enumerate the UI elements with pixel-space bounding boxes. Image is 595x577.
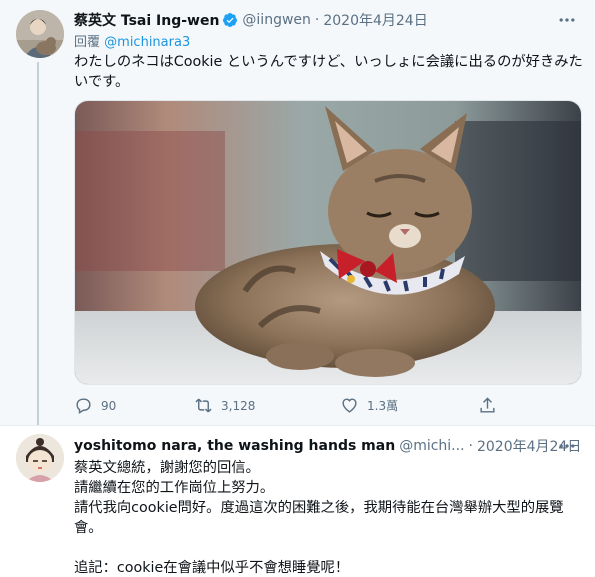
author-handle[interactable]: @iingwen (242, 12, 310, 28)
reply-button[interactable]: 90 (74, 396, 116, 415)
reply-author-handle[interactable]: @michi... (399, 438, 464, 454)
tweet-actions: 90 3,128 1.3萬 (74, 396, 514, 418)
reply-count: 90 (101, 398, 117, 413)
reply-icon (76, 398, 91, 414)
separator-dot: · (468, 438, 473, 454)
replying-to-label: 回覆 (74, 35, 101, 50)
share-icon (480, 397, 495, 413)
thread-line (37, 62, 39, 430)
main-tweet[interactable]: 蔡英文 Tsai Ing-wen @iingwen · 2020年4月24日 回… (0, 0, 595, 430)
tweet-photo[interactable] (74, 100, 582, 385)
tweet-text: わたしのネコはCookie というんですけど、いっしょに会議に出るのが好きみたい… (74, 54, 583, 90)
reply-text: 蔡英文總統，謝謝您的回信。 請繼續在您的工作崗位上努力。 請代我向cookie問… (74, 458, 584, 577)
reply-header: yoshitomo nara, the washing hands man @m… (74, 436, 581, 456)
author-avatar[interactable] (16, 10, 64, 58)
author-display-name[interactable]: 蔡英文 Tsai Ing-wen (74, 10, 219, 30)
separator-dot: · (314, 12, 320, 28)
verified-badge-icon (223, 13, 238, 27)
retweet-count: 3,128 (221, 398, 256, 413)
reply-text-line (74, 538, 584, 558)
share-button[interactable] (478, 396, 505, 415)
reply-text-line: 請繼續在您的工作崗位上努力。 (74, 480, 275, 496)
more-options-icon[interactable] (557, 10, 577, 30)
like-button[interactable]: 1.3萬 (340, 396, 398, 415)
heart-icon (342, 398, 357, 413)
tweet-date[interactable]: 2020年4月24日 (323, 10, 427, 30)
replying-to-handle[interactable]: @michinara3 (104, 35, 190, 50)
reply-text-line: 追記：cookie在會議中似乎不會想睡覺呢！ (74, 560, 350, 576)
reply-text-line: 蔡英文總統，謝謝您的回信。 (74, 460, 260, 476)
tweet-header: 蔡英文 Tsai Ing-wen @iingwen · 2020年4月24日 (74, 10, 428, 30)
more-options-icon[interactable] (557, 436, 577, 456)
cat-photo-image (75, 101, 581, 384)
like-count: 1.3萬 (367, 399, 399, 413)
reply-author-display-name[interactable]: yoshitomo nara, the washing hands man (74, 438, 395, 454)
retweet-button[interactable]: 3,128 (194, 396, 255, 415)
reply-author-avatar[interactable] (16, 434, 64, 482)
reply-text-line: 請代我向cookie問好。度過這次的困難之後，我期待能在台灣舉辦大型的展覽會。 (74, 500, 564, 536)
retweet-icon (195, 398, 212, 413)
replying-to: 回覆 @michinara3 (74, 31, 190, 50)
